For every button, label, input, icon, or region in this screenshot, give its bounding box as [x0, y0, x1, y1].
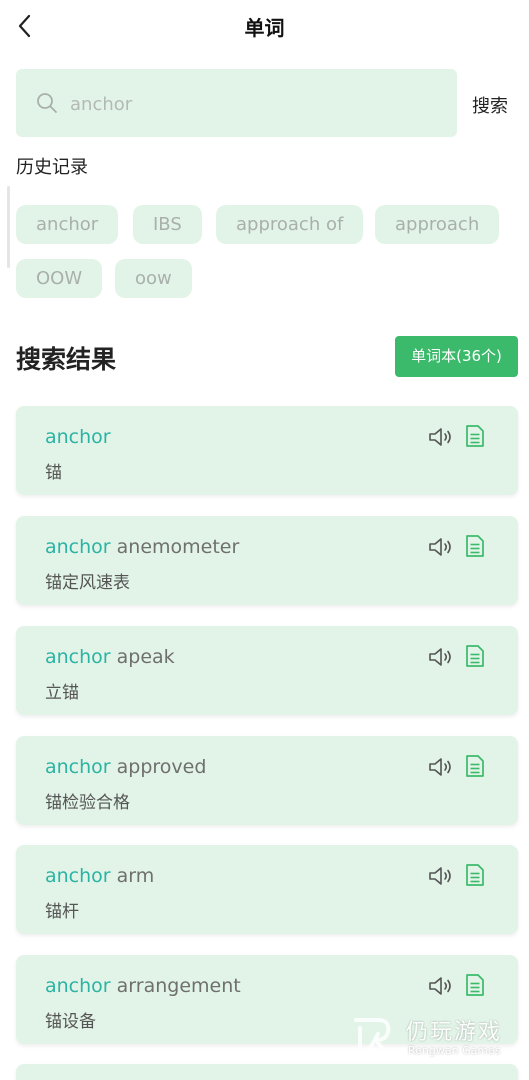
result-word: anchor arrangement: [45, 975, 241, 997]
result-meaning: 锚: [45, 463, 62, 483]
result-word-highlight: anchor: [45, 865, 111, 887]
result-card[interactable]: anchor anemometer 锚定风速表: [16, 516, 518, 605]
result-card[interactable]: anchor 锚: [16, 406, 518, 495]
result-word-rest: arrangement: [110, 975, 241, 997]
result-word: anchor approved: [45, 756, 206, 778]
note-icon[interactable]: [465, 535, 485, 557]
result-word-highlight: anchor: [45, 646, 111, 668]
page-title: 单词: [244, 16, 285, 40]
speaker-icon[interactable]: [428, 975, 454, 997]
result-card[interactable]: anchor apeak 立锚: [16, 626, 518, 715]
history-chip[interactable]: approach of: [216, 205, 364, 244]
search-icon: [37, 93, 57, 113]
watermark-subtitle: Rengwan Games: [408, 1044, 501, 1057]
result-word: anchor apeak: [45, 646, 175, 668]
history-title: 历史记录: [16, 157, 88, 178]
result-word-rest: approved: [110, 756, 207, 778]
header-bar: 单词: [0, 0, 529, 52]
search-button[interactable]: 搜索: [472, 92, 508, 118]
search-box: [16, 69, 457, 137]
history-chip[interactable]: OOW: [16, 259, 103, 298]
note-icon[interactable]: [465, 974, 485, 996]
result-word-rest: apeak: [110, 646, 175, 668]
result-card[interactable]: anchor arm 锚杆: [16, 845, 518, 934]
wordbook-button[interactable]: 单词本(36个): [395, 336, 518, 377]
result-word-rest: arm: [110, 865, 155, 887]
scroll-indicator: [7, 186, 10, 268]
note-icon[interactable]: [465, 864, 485, 886]
result-word: anchor: [45, 426, 111, 448]
result-meaning: 锚设备: [45, 1012, 96, 1032]
history-chip[interactable]: approach: [375, 205, 500, 244]
watermark-title: 仍玩游戏: [406, 1020, 503, 1045]
result-word-highlight: anchor: [45, 975, 111, 997]
result-word-highlight: anchor: [45, 536, 111, 558]
result-meaning: 立锚: [45, 683, 79, 703]
history-chip[interactable]: IBS: [133, 205, 202, 244]
note-icon[interactable]: [465, 425, 485, 447]
result-meaning: 锚定风速表: [45, 573, 130, 593]
result-meaning: 锚检验合格: [45, 793, 130, 813]
result-word-rest: anemometer: [110, 536, 240, 558]
history-chip[interactable]: anchor: [16, 205, 119, 244]
result-word-highlight: anchor: [45, 426, 111, 448]
history-chip[interactable]: oow: [115, 259, 192, 298]
search-input[interactable]: [68, 87, 442, 121]
result-card[interactable]: anchor approved 锚检验合格: [16, 736, 518, 825]
result-word: anchor anemometer: [45, 536, 239, 558]
speaker-icon[interactable]: [428, 865, 454, 887]
results-title: 搜索结果: [16, 345, 117, 374]
result-meaning: 锚杆: [45, 902, 79, 922]
note-icon[interactable]: [465, 645, 485, 667]
watermark-logo-icon: [354, 1018, 391, 1058]
speaker-icon[interactable]: [428, 646, 454, 668]
watermark: 仍玩游戏 Rengwan Games: [352, 1012, 522, 1064]
result-word-highlight: anchor: [45, 756, 111, 778]
note-icon[interactable]: [465, 755, 485, 777]
speaker-icon[interactable]: [428, 756, 454, 778]
result-word: anchor arm: [45, 865, 154, 887]
result-card-partial[interactable]: [16, 1064, 518, 1080]
speaker-icon[interactable]: [428, 536, 454, 558]
speaker-icon[interactable]: [428, 426, 454, 448]
